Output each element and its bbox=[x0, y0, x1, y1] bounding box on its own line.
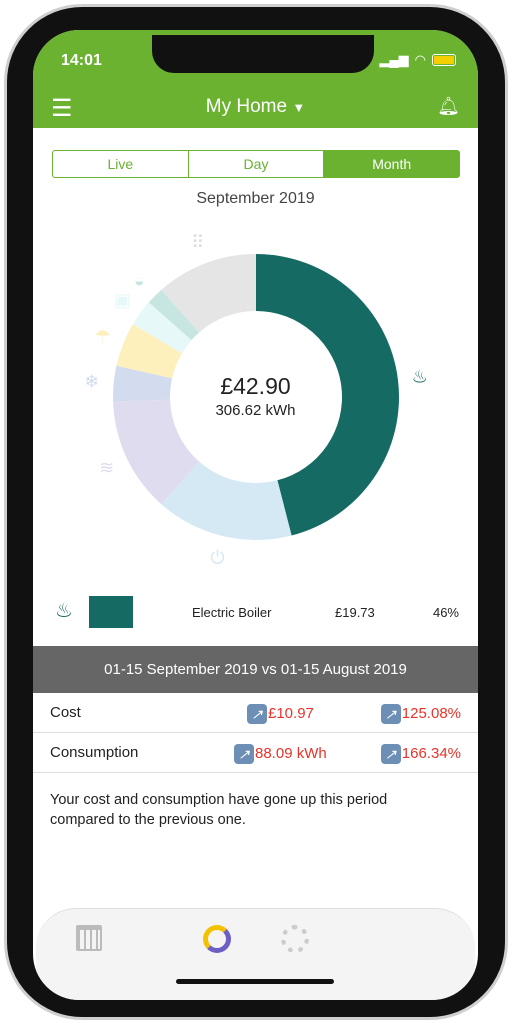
bell-icon[interactable]: 🔔︎ bbox=[437, 96, 460, 117]
legend-percent: 46% bbox=[432, 605, 459, 620]
total-cost: £42.90 bbox=[220, 373, 291, 399]
consumption-change-value: 88.09 kWh bbox=[255, 744, 327, 762]
battery-icon bbox=[432, 54, 456, 66]
notch bbox=[152, 35, 374, 73]
row-label: Consumption bbox=[50, 744, 139, 761]
comparison-message: Your cost and consumption have gone up t… bbox=[50, 792, 388, 828]
status-time: 14:01 bbox=[61, 52, 102, 69]
kettle-icon: ◒ bbox=[134, 270, 145, 290]
period-label: September 2019 bbox=[196, 190, 315, 207]
arrow-up-icon: ↗ bbox=[234, 744, 254, 764]
cost-change-percent: 125.08% bbox=[401, 704, 461, 722]
bottom-tab-bar bbox=[36, 908, 475, 1000]
comparison-title: 01-15 September 2019 vs 01-15 August 201… bbox=[33, 646, 478, 693]
consumption-change-percent: 166.34% bbox=[401, 744, 461, 762]
screen: 14:01 ▂▄▆ ◠ ☰ My Home ▼ 🔔︎ Live Day Mont… bbox=[33, 30, 478, 1000]
chevron-down-icon: ▼ bbox=[292, 100, 306, 115]
total-energy: 306.62 kWh bbox=[215, 402, 296, 419]
signal-icon: ▂▄▆ bbox=[379, 52, 409, 67]
grid-icon: ⠿ bbox=[191, 233, 204, 253]
cost-row: Cost ↗ £10.97 ↗ 125.08% bbox=[33, 693, 478, 733]
period-tabs: Live Day Month bbox=[52, 150, 460, 178]
power-icon: ⏻ bbox=[210, 547, 224, 567]
legend-swatch bbox=[89, 596, 133, 628]
home-indicator bbox=[176, 979, 334, 984]
cost-change-value: £10.97 bbox=[268, 704, 314, 722]
home-selector[interactable]: My Home ▼ bbox=[33, 96, 478, 118]
status-icons: ▂▄▆ ◠ bbox=[379, 52, 456, 68]
calendar-icon[interactable] bbox=[76, 925, 102, 951]
wifi-icon: ◠ bbox=[414, 52, 426, 67]
legend-cost: £19.73 bbox=[335, 605, 375, 620]
row-label: Cost bbox=[50, 704, 81, 721]
consumption-row: Consumption ↗ 88.09 kWh ↗ 166.34% bbox=[33, 733, 478, 773]
lamp-icon: ☂ bbox=[95, 326, 111, 346]
donut-tab-icon[interactable] bbox=[203, 925, 231, 953]
live-tab-icon[interactable] bbox=[281, 925, 309, 953]
washing-machine-icon: ▣ bbox=[114, 290, 131, 310]
legend-name: Electric Boiler bbox=[192, 605, 272, 620]
arrow-up-icon: ↗ bbox=[380, 744, 401, 764]
tab-month[interactable]: Month bbox=[324, 151, 460, 177]
tab-day[interactable]: Day bbox=[189, 151, 325, 177]
boiler-icon: ♨ bbox=[55, 600, 73, 622]
heating-icon: ≋ bbox=[99, 457, 114, 477]
page-title: My Home bbox=[205, 96, 288, 117]
donut-chart: ♨⏻≋❄☂▣◒⠿ bbox=[84, 233, 428, 568]
legend-row[interactable]: ♨ Electric Boiler £19.73 46% bbox=[33, 590, 478, 640]
arrow-up-icon: ↗ bbox=[247, 704, 267, 724]
tab-live[interactable]: Live bbox=[53, 151, 189, 177]
arrow-up-icon: ↗ bbox=[380, 704, 401, 724]
